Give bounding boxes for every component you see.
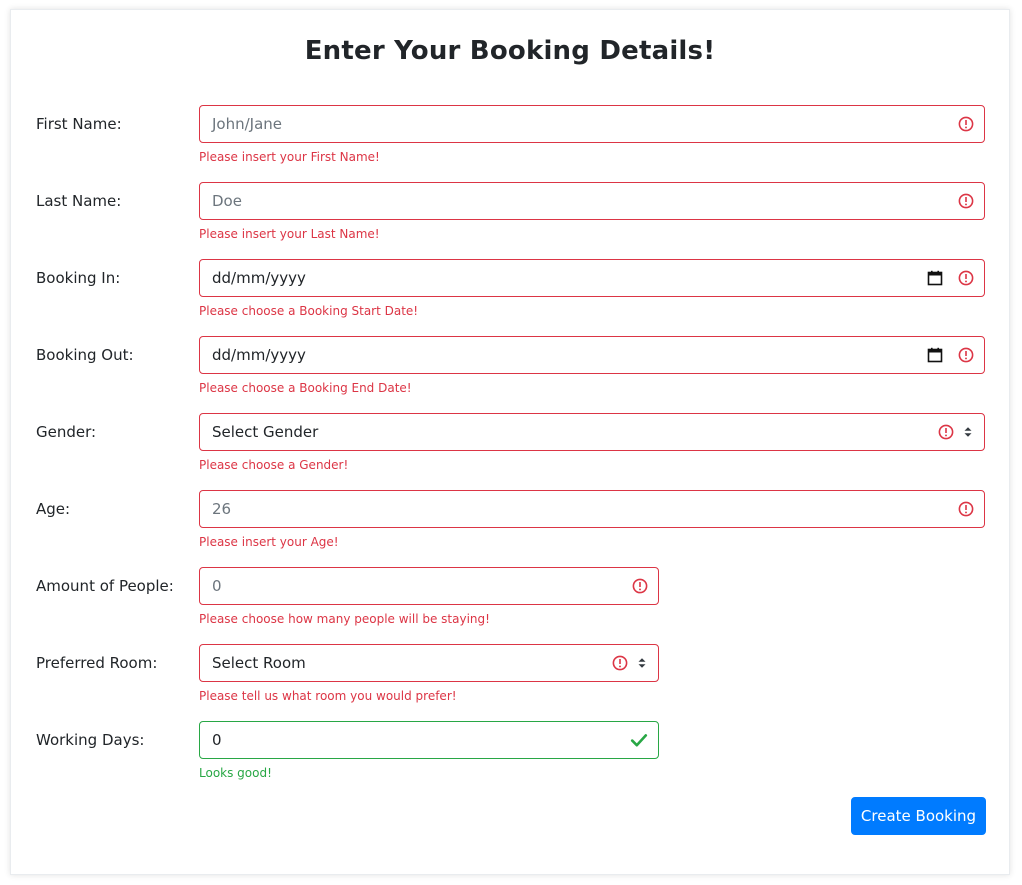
booking-out-date-input[interactable]: dd/mm/yyyy bbox=[199, 336, 985, 374]
room-feedback: Please tell us what room you would prefe… bbox=[199, 689, 457, 703]
last-name-input[interactable]: Doe bbox=[199, 182, 985, 220]
first-name-label: First Name: bbox=[36, 115, 122, 133]
working-days-value: 0 bbox=[212, 731, 222, 749]
age-label: Age: bbox=[36, 500, 71, 518]
last-name-placeholder: Doe bbox=[212, 192, 242, 210]
booking-out-label: Booking Out: bbox=[36, 346, 134, 364]
create-booking-button[interactable]: Create Booking bbox=[851, 797, 986, 835]
booking-out-placeholder: dd/mm/yyyy bbox=[212, 346, 306, 364]
invalid-icon bbox=[958, 347, 974, 363]
booking-in-placeholder: dd/mm/yyyy bbox=[212, 269, 306, 287]
people-row: Amount of People: 0 Please choose how ma… bbox=[11, 567, 1009, 644]
invalid-icon bbox=[938, 424, 954, 440]
first-name-input[interactable]: John/Jane bbox=[199, 105, 985, 143]
first-name-placeholder: John/Jane bbox=[212, 115, 283, 133]
room-label: Preferred Room: bbox=[36, 654, 158, 672]
last-name-feedback: Please insert your Last Name! bbox=[199, 227, 380, 241]
calendar-icon[interactable] bbox=[927, 347, 943, 363]
working-days-label: Working Days: bbox=[36, 731, 145, 749]
people-placeholder: 0 bbox=[212, 577, 222, 595]
room-select[interactable]: Select Room bbox=[199, 644, 659, 682]
invalid-icon bbox=[958, 270, 974, 286]
last-name-row: Last Name: Doe Please insert your Last N… bbox=[11, 182, 1009, 259]
gender-feedback: Please choose a Gender! bbox=[199, 458, 349, 472]
booking-out-feedback: Please choose a Booking End Date! bbox=[199, 381, 412, 395]
room-row: Preferred Room: Select Room Please tell … bbox=[11, 644, 1009, 721]
age-placeholder: 26 bbox=[212, 500, 232, 518]
age-input[interactable]: 26 bbox=[199, 490, 985, 528]
gender-selected-value: Select Gender bbox=[212, 423, 319, 441]
working-days-input[interactable]: 0 bbox=[199, 721, 659, 759]
checkmark-icon bbox=[630, 731, 648, 749]
booking-in-feedback: Please choose a Booking Start Date! bbox=[199, 304, 419, 318]
age-row: Age: 26 Please insert your Age! bbox=[11, 490, 1009, 567]
booking-in-date-input[interactable]: dd/mm/yyyy bbox=[199, 259, 985, 297]
select-arrows-icon bbox=[960, 424, 976, 440]
booking-form-card: Enter Your Booking Details! First Name: … bbox=[10, 9, 1010, 875]
people-feedback: Please choose how many people will be st… bbox=[199, 612, 490, 626]
invalid-icon bbox=[958, 501, 974, 517]
first-name-row: First Name: John/Jane Please insert your… bbox=[11, 105, 1009, 182]
gender-row: Gender: Select Gender Please choose a Ge… bbox=[11, 413, 1009, 490]
calendar-icon[interactable] bbox=[927, 270, 943, 286]
invalid-icon bbox=[632, 578, 648, 594]
booking-in-label: Booking In: bbox=[36, 269, 121, 287]
invalid-icon bbox=[612, 655, 628, 671]
people-input[interactable]: 0 bbox=[199, 567, 659, 605]
invalid-icon bbox=[958, 116, 974, 132]
gender-select[interactable]: Select Gender bbox=[199, 413, 985, 451]
booking-out-row: Booking Out: dd/mm/yyyy Please choose a … bbox=[11, 336, 1009, 413]
gender-label: Gender: bbox=[36, 423, 97, 441]
people-label: Amount of People: bbox=[36, 577, 174, 595]
first-name-feedback: Please insert your First Name! bbox=[199, 150, 380, 164]
working-days-row: Working Days: 0 Looks good! bbox=[11, 721, 1009, 798]
age-feedback: Please insert your Age! bbox=[199, 535, 339, 549]
room-selected-value: Select Room bbox=[212, 654, 306, 672]
working-days-feedback: Looks good! bbox=[199, 766, 272, 780]
last-name-label: Last Name: bbox=[36, 192, 122, 210]
invalid-icon bbox=[958, 193, 974, 209]
booking-in-row: Booking In: dd/mm/yyyy Please choose a B… bbox=[11, 259, 1009, 336]
page-title: Enter Your Booking Details! bbox=[304, 36, 716, 66]
select-arrows-icon bbox=[634, 655, 650, 671]
